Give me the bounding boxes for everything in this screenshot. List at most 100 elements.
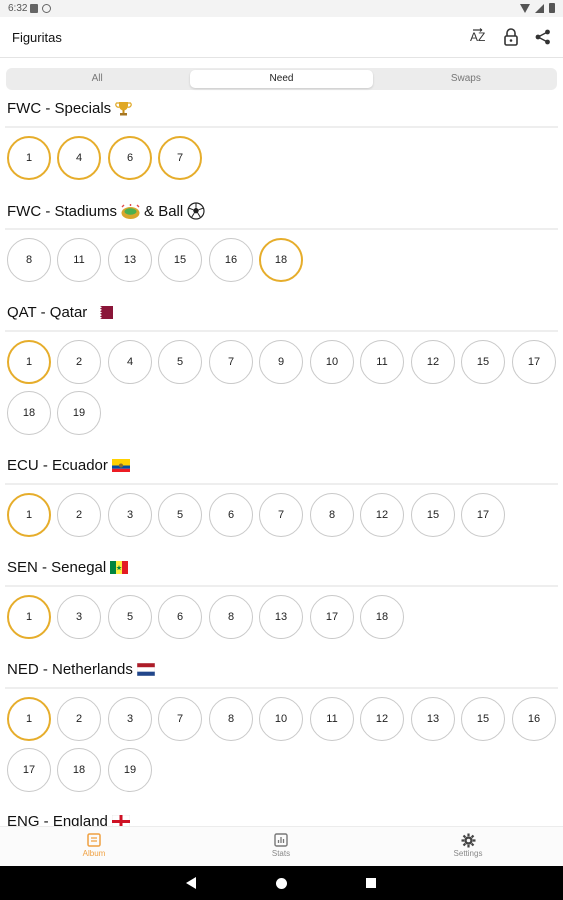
sd-card-icon [30,4,38,13]
sticker-item[interactable]: 1 [7,493,51,537]
section-title-text: SEN - Senegal [7,559,107,576]
sticker-item[interactable]: 13 [411,697,455,741]
sticker-item[interactable]: 7 [158,136,202,180]
section-title: ENG - England [7,813,130,826]
sticker-item[interactable]: 16 [209,238,253,282]
section-title-text: ENG - England [7,813,108,826]
sticker-item[interactable]: 5 [158,340,202,384]
sticker-item[interactable]: 17 [461,493,505,537]
sticker-item[interactable]: 1 [7,340,51,384]
sticker-item[interactable]: 7 [259,493,303,537]
sticker-item[interactable]: 2 [57,493,101,537]
sticker-item[interactable]: 2 [57,340,101,384]
sticker-item[interactable]: 12 [360,697,404,741]
app-bar: Figuritas AZ [0,17,563,58]
section-title-text: FWC - Specials [7,100,112,117]
sticker-item[interactable]: 10 [310,340,354,384]
sticker-item[interactable]: 7 [158,697,202,741]
sticker-item[interactable]: 17 [7,748,51,792]
sticker-item[interactable]: 13 [108,238,152,282]
sticker-item[interactable]: 19 [57,391,101,435]
sticker-item[interactable]: 11 [310,697,354,741]
nav-stats[interactable]: Stats [241,831,321,858]
sticker-item[interactable]: 6 [108,136,152,180]
divider [5,228,558,230]
bottom-navigation: Album Stats Settings [0,826,563,867]
back-icon[interactable] [186,877,196,889]
share-icon[interactable] [533,26,553,48]
nav-stats-label: Stats [271,849,291,858]
sticker-item[interactable]: 17 [512,340,556,384]
sticker-item[interactable]: 7 [209,340,253,384]
sticker-item[interactable]: 18 [57,748,101,792]
trophy-icon [115,102,132,116]
tab-need[interactable]: Need [190,70,373,88]
sticker-item[interactable]: 8 [209,697,253,741]
sticker-item[interactable]: 12 [411,340,455,384]
sort-az-icon[interactable]: AZ [469,26,489,48]
sticker-item[interactable]: 1 [7,697,51,741]
qatar-flag-icon [95,306,114,319]
sticker-item[interactable]: 15 [461,340,505,384]
sticker-item[interactable]: 18 [259,238,303,282]
divider [5,126,558,128]
section-title: ECU - Ecuador [7,457,130,474]
home-icon[interactable] [276,878,287,889]
tab-swaps[interactable]: Swaps [375,68,557,90]
sticker-item[interactable]: 6 [209,493,253,537]
section-title: QAT - Qatar [7,304,114,321]
svg-text:AZ: AZ [470,30,485,44]
recents-icon[interactable] [366,878,376,888]
sticker-item[interactable]: 2 [57,697,101,741]
nav-album-label: Album [82,849,106,858]
sticker-item[interactable]: 10 [259,697,303,741]
sticker-item[interactable]: 15 [461,697,505,741]
sticker-item[interactable]: 8 [209,595,253,639]
section-title: FWC - Stadiums & Ball [7,202,205,220]
sticker-item[interactable]: 18 [360,595,404,639]
sticker-item[interactable]: 3 [108,697,152,741]
sticker-item[interactable]: 15 [411,493,455,537]
nav-album[interactable]: Album [54,831,134,858]
senegal-flag-icon [110,561,129,574]
sticker-item[interactable]: 5 [108,595,152,639]
section-title-text: ECU - Ecuador [7,457,108,474]
data-saver-icon [42,4,51,13]
tab-all[interactable]: All [6,68,188,90]
sticker-item[interactable]: 3 [57,595,101,639]
lock-icon[interactable] [501,26,521,48]
sticker-item[interactable]: 8 [7,238,51,282]
sticker-item[interactable]: 16 [512,697,556,741]
divider [5,483,558,485]
sticker-item[interactable]: 4 [108,340,152,384]
sticker-item[interactable]: 4 [57,136,101,180]
status-bar: 6:32 [0,0,563,17]
netherlands-flag-icon [136,663,155,676]
divider [5,585,558,587]
sticker-item[interactable]: 3 [108,493,152,537]
sticker-item[interactable]: 1 [7,136,51,180]
section-title: FWC - Specials [7,100,132,117]
sticker-item[interactable]: 6 [158,595,202,639]
sticker-item[interactable]: 11 [360,340,404,384]
sticker-item[interactable]: 5 [158,493,202,537]
status-time: 6:32 [8,3,28,14]
sticker-item[interactable]: 19 [108,748,152,792]
sticker-item[interactable]: 17 [310,595,354,639]
sticker-item[interactable]: 18 [7,391,51,435]
sticker-item[interactable]: 12 [360,493,404,537]
stats-icon [274,833,288,847]
nav-settings-label: Settings [453,849,483,858]
sticker-item[interactable]: 13 [259,595,303,639]
nav-settings[interactable]: Settings [428,831,508,858]
soccer-ball-icon [187,202,205,220]
england-flag-icon [111,815,130,826]
section-title-text: QAT - Qatar [7,304,88,321]
ecuador-flag-icon [111,459,130,472]
sticker-item[interactable]: 8 [310,493,354,537]
cellular-icon [535,3,544,13]
sticker-item[interactable]: 11 [57,238,101,282]
sticker-item[interactable]: 1 [7,595,51,639]
sticker-item[interactable]: 9 [259,340,303,384]
sticker-item[interactable]: 15 [158,238,202,282]
